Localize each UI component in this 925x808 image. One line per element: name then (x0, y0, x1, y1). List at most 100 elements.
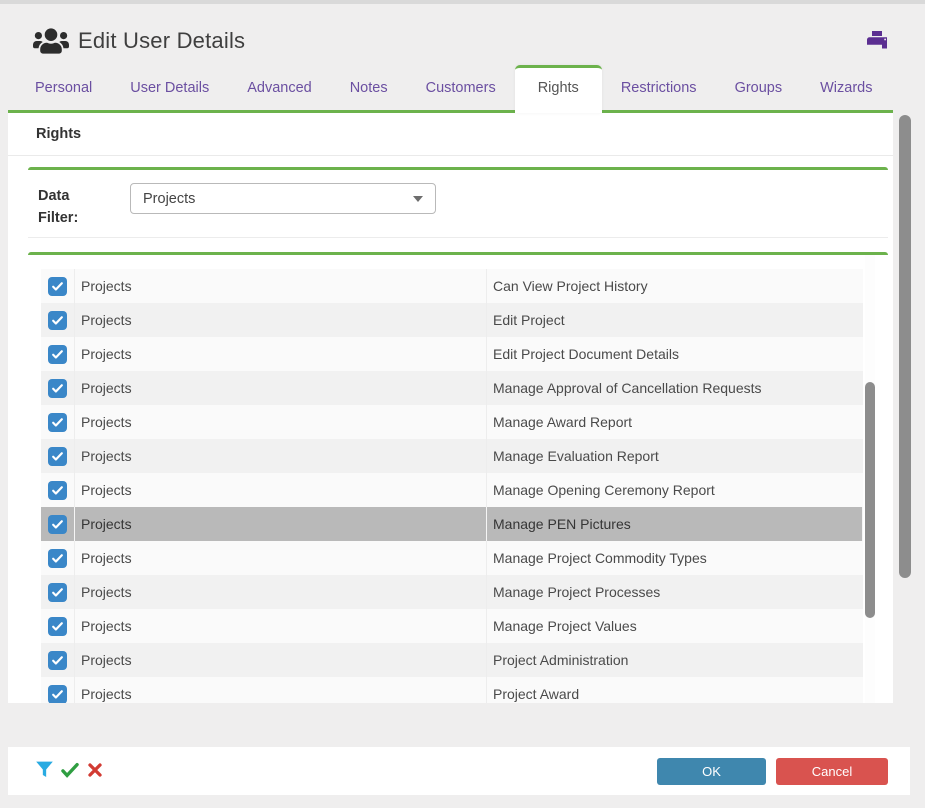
row-checkbox-cell (41, 609, 75, 643)
row-category: Projects (75, 609, 487, 643)
checkmark-icon (51, 348, 64, 361)
checkmark-icon (51, 280, 64, 293)
row-right-name: Manage Approval of Cancellation Requests (487, 371, 863, 405)
row-category: Projects (75, 439, 487, 473)
apply-filter-button[interactable] (58, 759, 82, 783)
checkmark-icon (51, 484, 64, 497)
row-checkbox[interactable] (48, 617, 67, 636)
tab-rights[interactable]: Rights (515, 65, 602, 113)
list-scrollbar-thumb[interactable] (865, 382, 875, 618)
rights-row-project-administration[interactable]: Projects Project Administration (41, 643, 863, 677)
checkmark-icon (51, 416, 64, 429)
row-right-name: Manage Evaluation Report (487, 439, 863, 473)
rights-tab-panel: Rights Data Filter: Projects Projects Ca… (8, 113, 893, 703)
ok-button[interactable]: OK (657, 758, 766, 785)
page-title: Edit User Details (78, 28, 245, 54)
row-checkbox[interactable] (48, 447, 67, 466)
row-checkbox[interactable] (48, 549, 67, 568)
row-category: Projects (75, 371, 487, 405)
checkmark-icon (51, 314, 64, 327)
dropdown-value: Projects (143, 191, 195, 207)
row-right-name: Project Award (487, 677, 863, 703)
row-checkbox[interactable] (48, 685, 67, 704)
tab-bar: Personal User Details Advanced Notes Cus… (8, 68, 893, 113)
row-checkbox[interactable] (48, 345, 67, 364)
row-right-name: Manage Opening Ceremony Report (487, 473, 863, 507)
caret-down-icon (413, 196, 423, 202)
rights-row-manage-opening-ceremony-report[interactable]: Projects Manage Opening Ceremony Report (41, 473, 863, 507)
data-filter-section: Data Filter: Projects (28, 167, 888, 238)
checkmark-icon (51, 688, 64, 701)
clear-filter-button[interactable] (83, 759, 107, 783)
row-right-name: Edit Project Document Details (487, 337, 863, 371)
x-icon (87, 762, 103, 781)
row-checkbox[interactable] (48, 311, 67, 330)
row-checkbox-cell (41, 643, 75, 677)
row-right-name: Manage Award Report (487, 405, 863, 439)
rights-row-manage-pen-pictures[interactable]: Projects Manage PEN Pictures (41, 507, 863, 541)
tab-notes[interactable]: Notes (331, 80, 407, 110)
checkmark-icon (51, 552, 64, 565)
row-checkbox-cell (41, 269, 75, 303)
row-checkbox[interactable] (48, 413, 67, 432)
action-bar: OK Cancel (8, 747, 910, 795)
filter-button[interactable] (32, 759, 56, 783)
row-checkbox[interactable] (48, 277, 67, 296)
row-category: Projects (75, 337, 487, 371)
checkmark-icon (51, 518, 64, 531)
rights-row-manage-project-processes[interactable]: Projects Manage Project Processes (41, 575, 863, 609)
row-checkbox[interactable] (48, 651, 67, 670)
section-header: Rights (8, 113, 893, 156)
cancel-button[interactable]: Cancel (776, 758, 888, 785)
rights-row-can-view-project-history[interactable]: Projects Can View Project History (41, 269, 863, 303)
tab-user-details[interactable]: User Details (111, 80, 228, 110)
tab-wizards[interactable]: Wizards (801, 80, 891, 110)
rights-row-manage-project-values[interactable]: Projects Manage Project Values (41, 609, 863, 643)
rights-row-project-award[interactable]: Projects Project Award (41, 677, 863, 703)
row-category: Projects (75, 405, 487, 439)
rights-row-manage-award-report[interactable]: Projects Manage Award Report (41, 405, 863, 439)
section-title: Rights (36, 126, 81, 142)
row-right-name: Manage PEN Pictures (487, 507, 863, 541)
row-category: Projects (75, 677, 487, 703)
rights-row-edit-project[interactable]: Projects Edit Project (41, 303, 863, 337)
data-filter-dropdown[interactable]: Projects (130, 183, 436, 214)
row-right-name: Edit Project (487, 303, 863, 337)
row-checkbox[interactable] (48, 481, 67, 500)
row-category: Projects (75, 303, 487, 337)
row-checkbox[interactable] (48, 515, 67, 534)
row-right-name: Manage Project Commodity Types (487, 541, 863, 575)
rights-grid: Projects Can View Project History Projec… (41, 269, 863, 703)
checkmark-icon (51, 450, 64, 463)
row-checkbox-cell (41, 303, 75, 337)
row-category: Projects (75, 269, 487, 303)
tab-restrictions[interactable]: Restrictions (602, 80, 716, 110)
rights-row-manage-project-commodity-types[interactable]: Projects Manage Project Commodity Types (41, 541, 863, 575)
checkmark-icon (51, 620, 64, 633)
row-right-name: Project Administration (487, 643, 863, 677)
tab-customers[interactable]: Customers (407, 80, 515, 110)
tab-advanced[interactable]: Advanced (228, 80, 331, 110)
row-checkbox-cell (41, 677, 75, 703)
print-button[interactable] (864, 29, 890, 55)
checkmark-icon (51, 382, 64, 395)
users-icon (33, 26, 69, 56)
checkmark-icon (51, 586, 64, 599)
tab-personal[interactable]: Personal (16, 80, 111, 110)
tab-groups[interactable]: Groups (716, 80, 802, 110)
list-scrollbar[interactable] (865, 255, 875, 703)
rights-row-edit-project-document-details[interactable]: Projects Edit Project Document Details (41, 337, 863, 371)
row-checkbox-cell (41, 473, 75, 507)
page-scrollbar-thumb[interactable] (899, 115, 911, 578)
row-right-name: Manage Project Values (487, 609, 863, 643)
row-category: Projects (75, 643, 487, 677)
check-icon (60, 760, 80, 783)
row-checkbox[interactable] (48, 379, 67, 398)
dialog-header: Edit User Details (0, 4, 925, 68)
rights-row-manage-evaluation-report[interactable]: Projects Manage Evaluation Report (41, 439, 863, 473)
row-checkbox-cell (41, 507, 75, 541)
row-checkbox[interactable] (48, 583, 67, 602)
funnel-icon (34, 759, 55, 783)
rights-list-section: Projects Can View Project History Projec… (28, 252, 888, 703)
rights-row-manage-approval-of-cancellation-requests[interactable]: Projects Manage Approval of Cancellation… (41, 371, 863, 405)
